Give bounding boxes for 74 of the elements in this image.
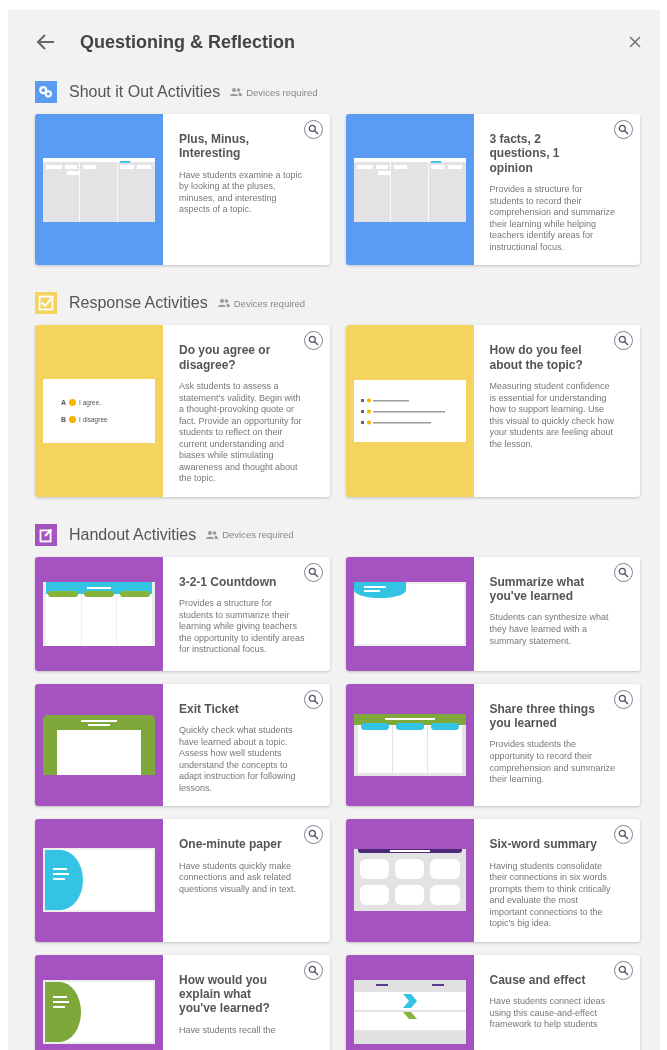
card-description: Having students consolidate their connections in six words prompts them to think critically and evaluate the most important connections to the topic's big idea.	[489, 860, 612, 930]
card-title: Share three things you learned	[489, 701, 596, 731]
card-title: Do you agree or disagree?	[179, 343, 272, 373]
search-icon	[307, 335, 319, 347]
preview-button[interactable]	[303, 689, 323, 709]
activity-card[interactable]	[35, 325, 330, 497]
preview-button[interactable]	[303, 120, 323, 139]
card-title: Summarize what you've learned	[489, 574, 586, 604]
search-icon	[307, 693, 319, 705]
back-button[interactable]	[36, 32, 56, 52]
people-icon	[230, 88, 243, 96]
emoji-icon	[69, 398, 77, 406]
activity-card[interactable]: Plus, Minus, Interesting Have students examine a topic by looking at the pluses, minuses, and interesting aspects of a topic.	[35, 114, 330, 266]
close-button[interactable]	[628, 35, 642, 49]
card-description: Have students examine a topic by looking at the pluses, minuses, and interesting aspects of a topic.	[179, 169, 304, 216]
card-title: Cause and effect	[489, 972, 587, 988]
activity-card[interactable]: One-minute paper Have students quickly make connections and ask related questions visually and in text.	[35, 819, 330, 942]
activity-card[interactable]: Cause and effect Have students connect ideas using this cause-and-effect framework to help students	[345, 954, 640, 1050]
card-description: Have students connect ideas using this cause-and-effect framework to help students	[489, 996, 607, 1031]
card-title: 3-2-1 Countdown	[179, 574, 278, 590]
search-icon	[618, 829, 629, 841]
search-icon	[307, 124, 319, 135]
activity-card[interactable]: Share three things you learned Provides students the opportunity to record their comprehension and summarize their learning.	[345, 683, 640, 807]
card-description: Have students recall the	[179, 1024, 277, 1037]
devices-note: Devices required	[233, 297, 306, 309]
section-title: Shout it Out Activities	[69, 83, 221, 101]
preview-button[interactable]	[614, 331, 633, 351]
card-description: Provides a structure for students to record their comprehension and summarize their learning while helping teachers identify areas for instructional focus.	[489, 184, 617, 254]
card-description: Have students quickly make connections and ask related questions visually and in text.	[179, 860, 298, 896]
activity-card[interactable]: Exit Ticket Quickly check what students have learned about a topic. Assess how well students understand the concepts to adapt instruction for following lessons.	[35, 683, 330, 807]
preview-button[interactable]	[614, 120, 633, 139]
search-icon	[618, 124, 629, 135]
search-icon	[307, 964, 319, 976]
card-description: Provides students the opportunity to record their comprehension and summarize their learning.	[489, 739, 617, 786]
card-description: Measuring student confidence is essential for understanding how to support learning. Use this visual to quickly check how your students are feeling about the lesson.	[489, 381, 616, 451]
preview-button[interactable]	[303, 562, 323, 582]
card-description: Ask students to assess a statement's validity. Begin with a thought-provoking quote or fact. Provide an opportunity for students to reflect on their current understanding and biases while stimulating awareness and thought about the topic.	[179, 381, 303, 485]
search-icon	[618, 964, 629, 976]
preview-button[interactable]	[614, 562, 633, 582]
activity-card[interactable]: How do you feel about the topic? Measuring student confidence is essential for understanding how to support learning. Use this visual to quickly check how your students are feeling about the lesson.	[345, 325, 640, 497]
card-title: 3 facts, 2 questions, 1 opinion	[489, 132, 561, 176]
card-title: How would you explain what you've learned?	[179, 972, 271, 1016]
activity-card[interactable]: 3-2-1 Countdown Provides a structure for students to summarize their learning while giving teachers the opportunity to identify areas for instructional focus.	[35, 556, 330, 671]
card-description: Provides a structure for students to summarize their learning while giving teachers the opportunity to identify areas for instructional focus.	[179, 598, 306, 656]
people-icon	[217, 299, 230, 308]
preview-button[interactable]	[614, 689, 633, 709]
card-title: Plus, Minus, Interesting	[179, 132, 250, 161]
card-description: Quickly check what students have learned about a topic. Assess how well students understand the concepts to adapt instruction for following lessons.	[179, 725, 297, 795]
window-title: Questioning & Reflection	[80, 31, 296, 53]
search-icon	[307, 829, 319, 841]
activity-card[interactable]: How would you explain what you've learned? Have students recall the	[35, 954, 330, 1050]
devices-note: Devices required	[246, 86, 318, 98]
card-title: How do you feel about the topic?	[489, 343, 584, 373]
activity-card[interactable]: 3 facts, 2 questions, 1 opinion Provides a structure for students to record their comprehension and summarize their learning while helping teachers identify areas for instructional focus.	[345, 114, 640, 266]
preview-button[interactable]	[303, 960, 323, 980]
emoji-icon	[69, 415, 77, 423]
card-title: Six-word summary	[489, 837, 598, 852]
section-title: Handout Activities	[69, 525, 197, 544]
card-description: Students can synthesize what they have learned with a summary statement.	[489, 612, 610, 647]
activity-card[interactable]: Six-word summary Having students consolidate their connections in six words prompts them to think critically and evaluate the most important connections to the topic's big idea.	[345, 819, 640, 942]
preview-button[interactable]	[614, 825, 633, 845]
card-title: Exit Ticket	[179, 701, 240, 717]
preview-button[interactable]	[303, 825, 323, 845]
search-icon	[618, 335, 629, 347]
section-title: Response Activities	[69, 294, 208, 313]
search-icon	[618, 566, 629, 578]
preview-button[interactable]	[303, 331, 323, 351]
card-title: One-minute paper	[179, 837, 283, 852]
activity-card[interactable]: Summarize what you've learned Students can synthesize what they have learned with a summary statement.	[345, 556, 640, 671]
search-icon	[618, 693, 629, 705]
search-icon	[307, 566, 319, 578]
people-icon	[206, 530, 219, 539]
preview-button[interactable]	[614, 960, 633, 980]
devices-note: Devices required	[222, 529, 294, 541]
